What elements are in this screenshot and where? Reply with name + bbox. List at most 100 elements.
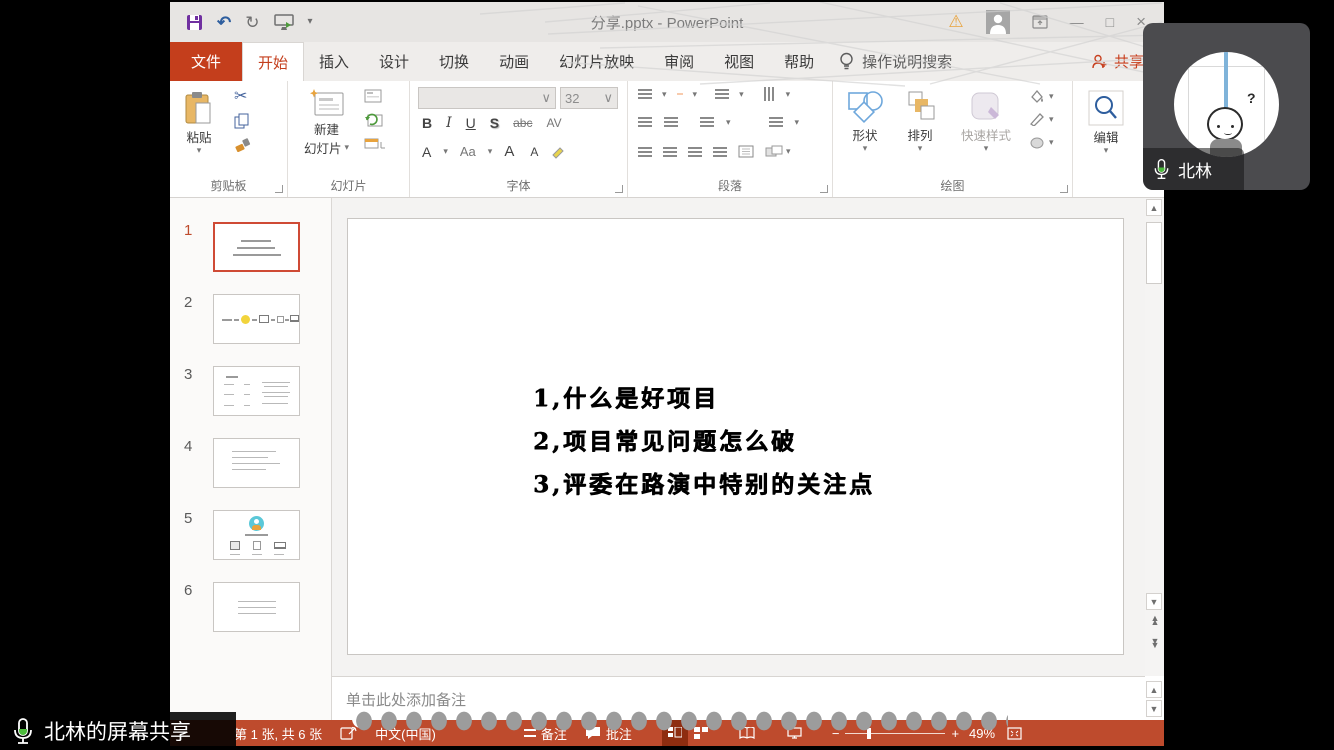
shrink-font-button[interactable]: A [526,145,542,159]
italic-button[interactable]: I [442,115,456,131]
align-text-button[interactable] [769,117,783,127]
font-name-combo[interactable]: ∨ [418,87,556,109]
arrange-button[interactable]: 排列 ▾ [903,89,937,153]
tab-animations[interactable]: 动画 [484,42,544,81]
columns-button[interactable] [700,117,714,127]
fit-slide-button[interactable] [1007,727,1022,740]
font-size-combo[interactable]: 32 ∨ [560,87,618,109]
line-spacing-button[interactable] [715,89,729,99]
undo-icon[interactable]: ↶ [217,14,231,31]
tab-insert[interactable]: 插入 [304,42,364,81]
grow-font-button[interactable]: A [500,143,518,160]
thumbnail-slide-4[interactable]: 4 [170,438,332,498]
thumbnail-slide-3[interactable]: 3 [170,366,332,426]
thumbnail-slide-5[interactable]: 5 [170,510,332,570]
quick-styles-button[interactable]: 快速样式 ▾ [961,89,1011,153]
underline-button[interactable]: U [462,115,480,131]
tab-design[interactable]: 设计 [364,42,424,81]
scroll-down-icon[interactable]: ▼ [1146,593,1162,610]
zoom-slider[interactable] [845,733,945,734]
vertical-scrollbar[interactable]: ▲ ▼ ▲▲ ▼▼ [1145,198,1164,676]
align-left-button[interactable] [638,147,652,157]
notes-placeholder[interactable]: 单击此处添加备注 [346,689,466,710]
strikethrough-button[interactable]: abc [509,116,536,130]
dropdown-arrow-icon: ▾ [662,90,667,99]
maximize-button[interactable]: □ [1106,14,1114,30]
tab-slideshow[interactable]: 幻灯片放映 [544,42,649,81]
notes-scroll-down-icon[interactable]: ▼ [1146,700,1162,717]
shape-outline-icon[interactable] [1029,112,1045,126]
justify-button[interactable] [713,147,727,157]
annotation-dots[interactable] [352,711,1008,731]
tab-view[interactable]: 视图 [709,42,769,81]
clipboard-dialog-launcher[interactable] [275,185,283,193]
participant-video-tile[interactable]: ? 北林 [1143,23,1310,190]
decrease-indent-button[interactable] [638,117,652,127]
save-icon[interactable] [186,14,203,31]
slide-layout-icon[interactable] [364,89,386,103]
text-fit-icon[interactable] [738,145,754,158]
section-icon[interactable] [364,137,386,151]
slide-text-line-2[interactable]: 2,项目常见问题怎么破 [533,422,797,456]
new-slide-button[interactable]: 新建 幻灯片 ▾ [304,89,349,157]
tab-review[interactable]: 审阅 [649,42,709,81]
start-slideshow-icon[interactable] [274,14,294,30]
clear-format-button[interactable]: A [418,144,435,160]
qat-more-icon[interactable]: ▾ [308,17,313,27]
notes-scroll-up-icon[interactable]: ▲ [1146,681,1162,698]
paragraph-dialog-launcher[interactable] [820,185,828,193]
thumbnail-slide-1[interactable]: 1 [170,222,332,282]
redo-icon[interactable]: ↻ [245,14,259,31]
slide-text-line-3[interactable]: 3,评委在路演中特别的关注点 [533,465,875,499]
dropdown-arrow-icon: ▾ [443,147,448,156]
slide-text-line-1[interactable]: 1,什么是好项目 [533,379,719,413]
slide-canvas[interactable]: 1,什么是好项目 2,项目常见问题怎么破 3,评委在路演中特别的关注点 [347,218,1124,655]
convert-smartart-icon[interactable] [765,145,783,158]
minimize-button[interactable]: — [1070,14,1084,30]
slide-2-preview [213,294,300,344]
shape-effects-icon[interactable] [1029,135,1045,149]
copy-icon[interactable] [234,113,250,129]
change-case-button[interactable]: Aa [456,144,480,159]
dropdown-arrow-icon: ▾ [693,90,698,99]
align-right-button[interactable] [688,147,702,157]
font-dialog-launcher[interactable] [615,185,623,193]
combo-chevron-icon: ∨ [541,90,551,106]
tab-transitions[interactable]: 切换 [424,42,484,81]
paste-button[interactable]: 粘贴 ▾ [184,91,214,155]
account-icon[interactable] [986,10,1010,34]
align-center-button[interactable] [663,147,677,157]
bold-button[interactable]: B [418,115,436,131]
highlight-color-icon[interactable] [550,145,566,159]
reset-slide-icon[interactable] [364,112,384,128]
previous-slide-button[interactable]: ▲▲ [1146,616,1162,624]
format-painter-icon[interactable] [234,137,251,152]
shapes-button[interactable]: 形状 ▾ [845,89,885,153]
scrollbar-thumb[interactable] [1146,222,1162,284]
tab-file[interactable]: 文件 [170,42,242,81]
tell-me-search[interactable]: 操作说明搜索 [829,42,962,81]
warning-icon[interactable]: ⚠ [948,12,963,32]
bullets-button[interactable] [638,89,652,99]
ribbon-display-options-icon[interactable] [1032,15,1048,29]
numbering-button[interactable] [677,93,683,95]
text-shadow-button[interactable]: S [486,115,503,131]
increase-indent-button[interactable] [664,117,678,127]
shape-fill-icon[interactable] [1029,89,1045,103]
slide-number: 4 [184,438,192,455]
window-controls: ⚠ — □ × [948,10,1146,34]
thumbnail-slide-2[interactable]: 2 [170,294,332,354]
document-title: 分享.pptx - PowerPoint [591,12,744,33]
edit-button[interactable]: 编辑 ▾ [1087,89,1125,155]
search-icon [1087,89,1125,127]
cut-icon[interactable]: ✂ [234,89,251,105]
thumbnail-slide-6[interactable]: 6 [170,582,332,642]
tab-help[interactable]: 帮助 [769,42,829,81]
drawing-dialog-launcher[interactable] [1060,185,1068,193]
next-slide-button[interactable]: ▼▼ [1146,639,1162,647]
scroll-up-icon[interactable]: ▲ [1146,199,1162,216]
char-spacing-button[interactable]: AV [542,116,565,130]
text-direction-button[interactable] [764,87,774,101]
group-label-drawing: 绘图 [833,177,1072,194]
tab-home[interactable]: 开始 [242,42,304,81]
